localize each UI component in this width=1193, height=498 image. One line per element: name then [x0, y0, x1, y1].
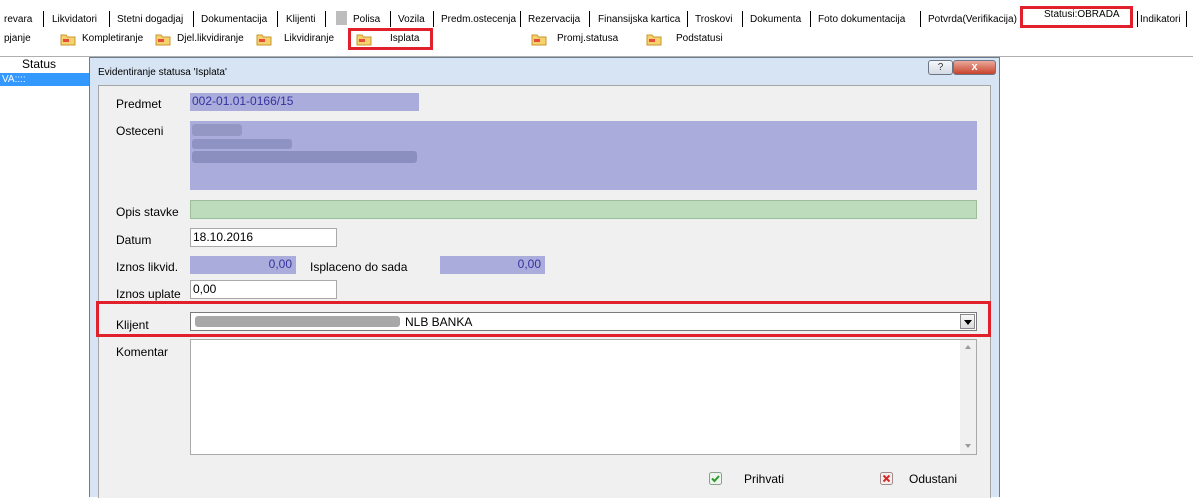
toolbar-item-likvidiranje[interactable]: Likvidiranje: [284, 33, 334, 45]
folder-icon: [60, 34, 76, 46]
predmet-field: 002-01.01-0166/15: [190, 93, 419, 111]
tab-statusi-obrada[interactable]: Statusi:OBRADA: [1044, 9, 1120, 21]
tab-dokumenta[interactable]: Dokumenta: [750, 14, 801, 26]
tab-polisa[interactable]: Polisa: [353, 14, 380, 26]
folder-icon: [256, 34, 272, 46]
osteceni-field: [190, 121, 977, 190]
tab-potvrda-verifikacija[interactable]: Potvrda(Verifikacija): [928, 14, 1017, 26]
toolbar-item-pjanje[interactable]: pjanje: [4, 33, 31, 45]
toolbar-item-djel-likvidiranje[interactable]: Djel.likvidiranje: [177, 33, 244, 45]
polisa-tab-icon: [336, 11, 347, 25]
datum-input[interactable]: 18.10.2016: [190, 228, 337, 247]
grid-selected-row[interactable]: VA::::: [0, 73, 92, 86]
close-button[interactable]: x: [953, 60, 996, 75]
iznos-likvid-label: Iznos likvid.: [116, 260, 179, 274]
tab-rezervacija[interactable]: Rezervacija: [528, 14, 580, 26]
module-tab-bar: revara Likvidatori Stetni dogadjaj Dokum…: [0, 0, 1193, 28]
chevron-down-icon[interactable]: [960, 314, 975, 329]
klijent-value: NLB BANKA: [405, 315, 473, 329]
tab-likvidatori[interactable]: Likvidatori: [52, 14, 97, 26]
grid-column-status[interactable]: Status: [22, 57, 56, 71]
iznos-uplate-label: Iznos uplate: [116, 287, 181, 301]
klijent-select[interactable]: NLB BANKA: [190, 312, 977, 331]
tab-predm-ostecenja[interactable]: Predm.ostecenja: [441, 14, 516, 26]
dialog-title: Evidentiranje statusa 'Isplata': [98, 67, 227, 78]
folder-icon: [646, 34, 662, 46]
scroll-up-icon[interactable]: [965, 345, 971, 349]
odustani-button[interactable]: Odustani: [880, 471, 970, 487]
redacted-text: [192, 124, 242, 136]
scroll-down-icon[interactable]: [965, 444, 971, 448]
tab-vozila[interactable]: Vozila: [398, 14, 425, 26]
tab-finansijska-kartica[interactable]: Finansijska kartica: [598, 14, 680, 26]
predmet-label: Predmet: [116, 97, 162, 111]
redacted-text: [192, 151, 417, 163]
comment-scrollbar[interactable]: [960, 340, 976, 454]
redacted-text: [192, 139, 292, 149]
komentar-label: Komentar: [116, 345, 169, 359]
prihvati-button[interactable]: Prihvati: [709, 471, 784, 487]
cancel-icon: [880, 472, 893, 485]
tab-klijenti[interactable]: Klijenti: [286, 14, 315, 26]
iznos-uplate-input[interactable]: 0,00: [190, 280, 337, 299]
tab-troskovi[interactable]: Troskovi: [695, 14, 732, 26]
datum-label: Datum: [116, 233, 152, 247]
tab-indikatori[interactable]: Indikatori: [1140, 14, 1181, 26]
komentar-textarea[interactable]: [190, 339, 977, 455]
help-button[interactable]: ?: [928, 60, 953, 75]
isplaceno-label: Isplaceno do sada: [310, 260, 408, 274]
toolbar-item-isplata[interactable]: Isplata: [390, 33, 419, 45]
opis-stavke-input[interactable]: [190, 200, 977, 219]
folder-icon: [155, 34, 171, 46]
toolbar-item-promj-statusa[interactable]: Promj.statusa: [557, 33, 618, 45]
tab-stetni-dogadjaj[interactable]: Stetni dogadjaj: [117, 14, 183, 26]
folder-icon: [356, 34, 372, 46]
toolbar-item-podstatusi[interactable]: Podstatusi: [676, 33, 723, 45]
checkmark-icon: [709, 472, 722, 485]
tab-dokumentacija[interactable]: Dokumentacija: [201, 14, 267, 26]
klijent-label: Klijent: [116, 318, 149, 332]
opis-stavke-label: Opis stavke: [116, 205, 179, 219]
tab-foto-dokumentacija[interactable]: Foto dokumentacija: [818, 14, 905, 26]
toolbar-item-kompletiranje[interactable]: Kompletiranje: [82, 33, 143, 45]
tab-revara[interactable]: revara: [4, 14, 32, 26]
folder-icon: [531, 34, 547, 46]
iznos-likvid-field: 0,00: [190, 256, 296, 274]
redacted-text: [195, 316, 400, 327]
osteceni-label: Osteceni: [116, 124, 164, 138]
isplaceno-field: 0,00: [440, 256, 545, 274]
